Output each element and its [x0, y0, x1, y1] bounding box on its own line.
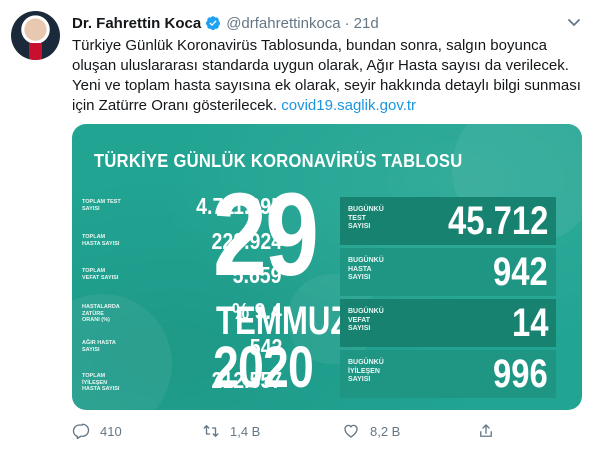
like-icon [344, 424, 358, 438]
tweet-text-line: Yeni ve toplam hasta sayısına ek olarak,… [72, 77, 581, 94]
stat-label: TOPLAM VEFAT SAYISI [82, 268, 119, 281]
tweet-text-line: oluşan uluslararası standarda uygun olar… [72, 57, 569, 74]
stat-label: TOPLAM TEST SAYISI [82, 199, 121, 212]
tweet-text-line: Türkiye Günlük Koronavirüs Tablosunda, b… [72, 37, 548, 54]
stat-label: BUGÜNKÜ HASTA SAYISI [348, 257, 384, 281]
stat-label: HASTALARDA ZATÜRE ORANI (%) [82, 304, 120, 323]
author-name[interactable]: Dr. Fahrettin Koca [72, 15, 201, 32]
date-day: 29 [213, 169, 319, 301]
reply-icon [72, 423, 90, 440]
today-tests-box: BUGÜNKÜ TEST SAYISI 45.712 [340, 197, 556, 245]
tweet[interactable]: Dr. Fahrettin Koca @drfahrettinkoca · 21… [0, 0, 596, 451]
separator: · [344, 14, 350, 32]
stat-label: TOPLAM HASTA SAYISI [82, 234, 120, 247]
tweet-actions: 410 1,4 B 8,2 B [72, 418, 582, 444]
tweet-text-line: için Zatürre Oranı gösterilecek. [72, 97, 278, 114]
retweet-count: 1,4 B [230, 423, 261, 439]
stat-label: BUGÜNKÜ VEFAT SAYISI [348, 308, 384, 332]
like-button[interactable]: 8,2 B [342, 418, 400, 444]
stat-label: BUGÜNKÜ TEST SAYISI [348, 206, 384, 230]
retweet-icon [203, 425, 219, 437]
today-deaths-box: BUGÜNKÜ VEFAT SAYISI 14 [340, 299, 556, 347]
media-image-covid-table[interactable]: TÜRKİYE GÜNLÜK KORONAVİRÜS TABLOSU TOPLA… [72, 124, 582, 410]
tweet-time[interactable]: 21d [354, 15, 379, 32]
like-count: 8,2 B [370, 423, 401, 439]
stat-label: BUGÜNKÜ İYİLEŞEN SAYISI [348, 359, 384, 383]
share-icon [480, 424, 492, 437]
share-button[interactable] [477, 418, 505, 444]
reply-button[interactable]: 410 [72, 418, 122, 444]
date-year: 2020 [213, 335, 314, 400]
stat-label: AĞIR HASTA SAYISI [82, 340, 116, 353]
avatar[interactable] [11, 11, 60, 60]
retweet-button[interactable]: 1,4 B [202, 418, 260, 444]
author-handle[interactable]: @drfahrettinkoca [226, 15, 340, 32]
stat-value: 14 [511, 301, 548, 345]
stat-value: 942 [493, 250, 548, 294]
tweet-text: Türkiye Günlük Koronavirüs Tablosunda, b… [72, 36, 582, 116]
tweet-link[interactable]: covid19.saglik.gov.tr [281, 97, 416, 114]
today-patients-box: BUGÜNKÜ HASTA SAYISI 942 [340, 248, 556, 296]
stat-label: TOPLAM İYİLEŞEN HASTA SAYISI [82, 373, 120, 392]
verified-icon [205, 15, 221, 31]
stat-value: 45.712 [447, 199, 548, 243]
reply-count: 410 [100, 423, 122, 439]
tweet-header: Dr. Fahrettin Koca @drfahrettinkoca · 21… [72, 12, 379, 34]
caret-down-icon[interactable] [566, 14, 582, 30]
today-recovered-box: BUGÜNKÜ İYİLEŞEN SAYISI 996 [340, 350, 556, 398]
stat-value: 996 [493, 352, 548, 396]
